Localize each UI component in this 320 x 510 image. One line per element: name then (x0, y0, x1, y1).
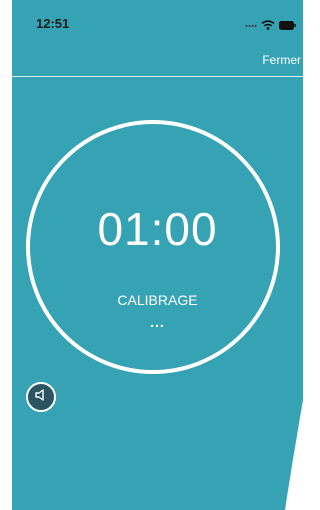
decorative-shape (285, 400, 303, 510)
battery-icon (279, 17, 297, 35)
header-divider (12, 76, 303, 77)
signal-dots-icon (245, 22, 257, 31)
speaker-icon (34, 388, 48, 407)
timer-label: CALIBRAGE (117, 292, 198, 308)
status-bar: 12:51 (12, 0, 303, 44)
timer-progress-dots: ... (150, 314, 165, 330)
timer-value: 01:00 (97, 203, 218, 255)
status-time: 12:51 (36, 16, 70, 31)
wifi-icon (261, 17, 275, 35)
app-screen: 12:51 Fermer 01:00 CALIBRAGE ... (12, 0, 303, 510)
sound-toggle-button[interactable] (26, 382, 56, 412)
close-button[interactable]: Fermer (262, 53, 301, 67)
status-icons (245, 17, 297, 35)
